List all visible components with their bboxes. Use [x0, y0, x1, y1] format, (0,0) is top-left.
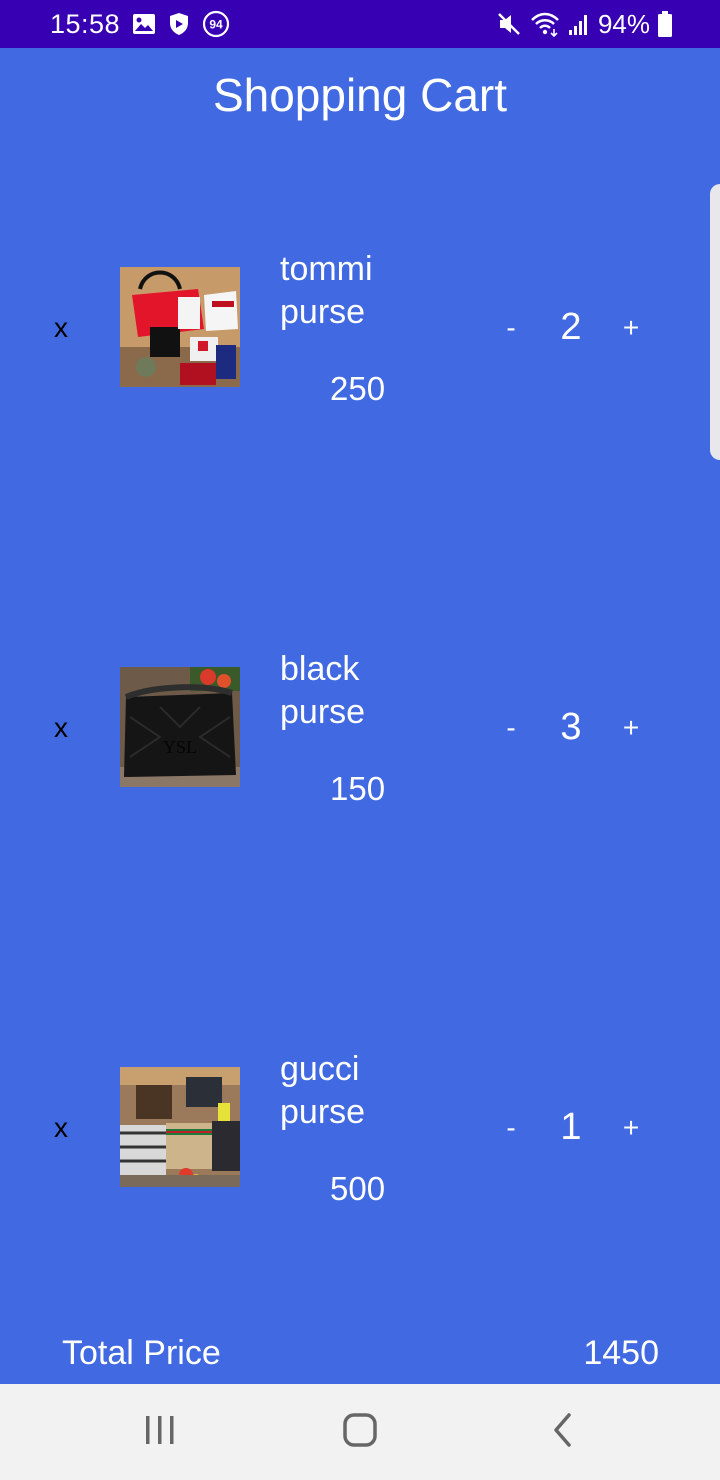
wifi-icon — [530, 11, 560, 37]
product-name-line: purse — [280, 1093, 366, 1131]
product-name-line: purse — [280, 293, 366, 331]
status-time: 15:58 — [50, 8, 121, 39]
back-button[interactable] — [532, 1404, 592, 1460]
product-name: black purse — [280, 648, 460, 734]
cart-item: x YSL black purse 150 - 3 + — [0, 632, 720, 832]
mute-icon — [496, 11, 522, 37]
battery-icon — [658, 11, 672, 37]
quantity-value: 2 — [560, 306, 582, 348]
cart-item: x gucci purse 500 - 1 + — [0, 1032, 720, 1232]
decrease-quantity-button[interactable]: - — [496, 308, 526, 348]
quantity-value: 1 — [560, 1106, 582, 1148]
product-price: 500 — [330, 1170, 386, 1207]
product-image — [120, 267, 240, 387]
product-image: YSL — [120, 667, 240, 787]
signal-icon — [568, 12, 590, 36]
status-left-group: 15:58 94 — [50, 7, 230, 41]
product-name-line: purse — [280, 693, 366, 731]
battery-percent: 94% — [597, 8, 650, 39]
product-image — [120, 1067, 240, 1187]
total-price-value: 1450 — [583, 1334, 659, 1372]
svg-text:YSL: YSL — [163, 737, 197, 757]
total-price-label: Total Price — [62, 1334, 221, 1372]
decrease-quantity-button[interactable]: - — [496, 1108, 526, 1148]
quantity-value: 3 — [560, 706, 582, 748]
shield-icon — [168, 12, 190, 36]
page-title: Shopping Cart — [212, 69, 508, 121]
product-name: gucci purse — [280, 1048, 460, 1134]
remove-item-button[interactable]: x — [48, 708, 74, 748]
gallery-icon — [132, 13, 156, 35]
remove-item-button[interactable]: x — [48, 308, 74, 348]
navigation-bar — [0, 1384, 720, 1480]
recents-button[interactable] — [130, 1404, 190, 1460]
home-icon — [342, 1412, 378, 1453]
status-right-group: 94% — [496, 7, 672, 41]
product-price: 150 — [330, 770, 386, 807]
product-name-line: black — [280, 650, 360, 688]
increase-quantity-button[interactable]: + — [616, 708, 646, 748]
increase-quantity-button[interactable]: + — [616, 1108, 646, 1148]
remove-item-button[interactable]: x — [48, 1108, 74, 1148]
cart-item: x tommi purse 250 - 2 + — [0, 232, 720, 432]
increase-quantity-button[interactable]: + — [616, 308, 646, 348]
product-name-line: gucci — [280, 1050, 360, 1088]
recents-icon — [143, 1414, 177, 1451]
notification-count-icon: 94 — [202, 10, 230, 38]
notification-count-text: 94 — [209, 18, 223, 32]
back-icon — [550, 1412, 574, 1453]
status-bar: 15:58 94 94% — [0, 0, 720, 48]
product-name-line: tommi — [280, 250, 373, 288]
home-button[interactable] — [330, 1404, 390, 1460]
product-price: 250 — [330, 370, 386, 407]
product-name: tommi purse — [280, 248, 460, 334]
decrease-quantity-button[interactable]: - — [496, 708, 526, 748]
